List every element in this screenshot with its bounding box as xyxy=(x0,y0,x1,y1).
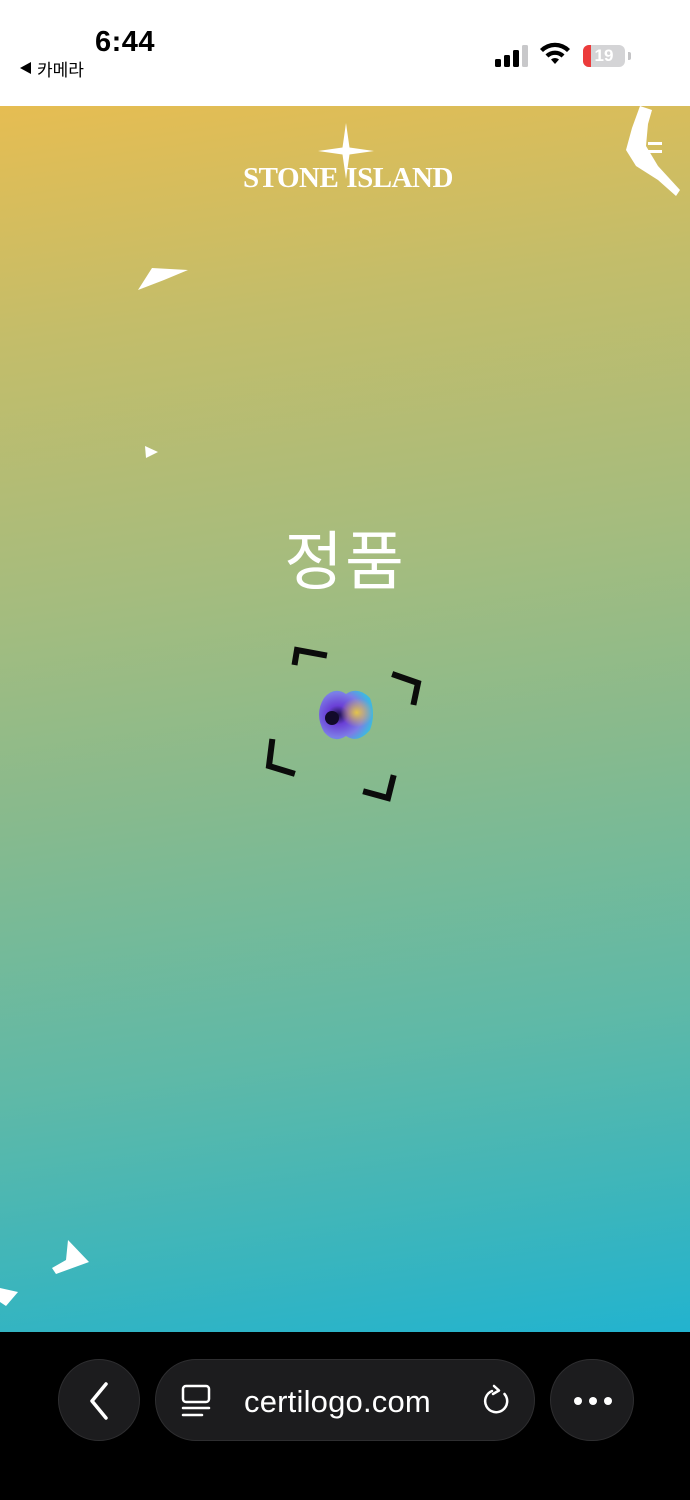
return-to-app-button[interactable]: 카메라 xyxy=(20,57,84,81)
browser-back-button[interactable] xyxy=(58,1359,140,1441)
return-app-label: 카메라 xyxy=(37,60,84,81)
chevron-left-icon xyxy=(90,1382,108,1420)
back-triangle-icon xyxy=(20,62,31,74)
confetti-shard xyxy=(626,106,680,196)
confetti-shard xyxy=(52,1240,89,1274)
reload-icon[interactable] xyxy=(480,1384,512,1418)
confetti-shard xyxy=(145,446,158,458)
authentic-result-text: 정품 xyxy=(284,526,406,600)
confetti-shard xyxy=(138,268,188,290)
more-dots-icon xyxy=(574,1397,612,1405)
authentication-result-page: STONE ISLAND 정품 xyxy=(0,106,690,1332)
browser-toolbar: certilogo.com xyxy=(0,1332,690,1500)
scan-frame-icon xyxy=(265,646,422,802)
url-text[interactable]: certilogo.com xyxy=(244,1384,431,1420)
more-options-button[interactable] xyxy=(550,1359,634,1441)
status-time: 6:44 xyxy=(95,26,156,58)
brand-wordmark: STONE ISLAND xyxy=(243,162,453,195)
reader-mode-icon[interactable] xyxy=(180,1384,212,1418)
wifi-icon xyxy=(540,42,570,64)
brand-word-stone: STONE xyxy=(243,162,339,194)
battery-indicator: 19 xyxy=(583,45,631,67)
status-bar: 6:44 카메라 19 xyxy=(0,0,690,106)
brand-word-island: ISLAND xyxy=(346,162,453,194)
confetti-shard xyxy=(0,1288,18,1306)
stone-island-logo[interactable]: STONE ISLAND xyxy=(243,123,453,195)
cellular-signal-icon xyxy=(495,45,528,67)
address-bar[interactable]: certilogo.com xyxy=(155,1359,535,1441)
battery-tip xyxy=(628,52,631,60)
battery-body: 19 xyxy=(583,45,625,67)
battery-level: 19 xyxy=(594,46,614,65)
